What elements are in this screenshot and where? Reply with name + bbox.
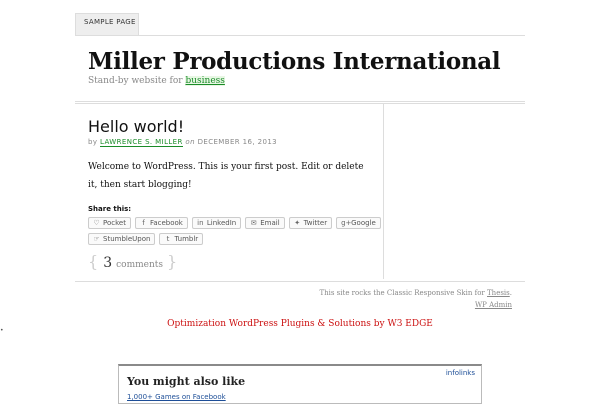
footer-admin: WP Admin <box>475 301 512 309</box>
linkedin-icon: in <box>197 219 204 227</box>
facebook-icon: f <box>142 219 145 227</box>
footer-credit: This site rocks the Classic Responsive S… <box>319 289 512 297</box>
tagline-text: Stand-by website for <box>88 76 183 86</box>
comments-link[interactable]: { 3 comments } <box>88 252 177 271</box>
byline-by: by <box>88 138 98 146</box>
tagline-link[interactable]: business <box>185 76 225 86</box>
share-buttons-row: ♡ Pocket f Facebook in LinkedIn ✉ Email … <box>88 217 381 229</box>
post-byline: by Lawrence S. Miller on December 16, 20… <box>88 138 278 147</box>
share-email-button[interactable]: ✉ Email <box>245 217 285 229</box>
pocket-icon: ♡ <box>93 219 100 227</box>
post-body: Welcome to WordPress. This is your first… <box>88 162 364 190</box>
share-heading: Share this: <box>88 205 132 213</box>
share-google-button[interactable]: g+ Google <box>336 217 381 229</box>
comment-label[interactable]: comments <box>116 260 163 270</box>
share-label: Twitter <box>303 219 328 227</box>
footer-credit-text: This site rocks the Classic Responsive S… <box>319 289 485 297</box>
nav-tab-sample-page[interactable]: Sample Page <box>75 13 139 35</box>
related-content-widget: infolinks You might also like 1,000+ Gam… <box>118 364 482 404</box>
comment-count[interactable]: 3 <box>103 255 112 271</box>
post-author-link[interactable]: Lawrence S. Miller <box>100 138 183 147</box>
share-label: Google <box>351 219 376 227</box>
share-label: LinkedIn <box>206 219 237 227</box>
share-twitter-button[interactable]: ✦ Twitter <box>288 217 333 229</box>
share-linkedin-button[interactable]: in LinkedIn <box>191 217 242 229</box>
tumblr-icon: t <box>166 235 170 243</box>
email-icon: ✉ <box>250 219 257 227</box>
twitter-icon: ✦ <box>294 219 301 227</box>
share-label: StumbleUpon <box>103 235 151 243</box>
wp-admin-link[interactable]: WP Admin <box>475 301 512 309</box>
left-brace-icon: { <box>88 252 99 271</box>
post-date: December 16, 2013 <box>197 138 278 146</box>
share-label: Email <box>260 219 280 227</box>
site-tagline: Stand-by website for business <box>88 76 225 86</box>
share-tumblr-button[interactable]: t Tumblr <box>159 233 204 245</box>
footer-divider <box>75 281 525 282</box>
widget-title: You might also like <box>127 375 246 388</box>
page-container: Sample Page Miller Productions Internati… <box>75 0 525 400</box>
byline-on: on <box>185 138 195 146</box>
share-label: Facebook <box>149 219 183 227</box>
share-label: Tumblr <box>174 235 199 243</box>
nav-tab-label[interactable]: Sample Page <box>84 18 136 26</box>
nav-divider <box>75 35 525 36</box>
stumbleupon-icon: ☞ <box>93 235 100 243</box>
promo-link[interactable]: Optimization WordPress Plugins & Solutio… <box>0 319 600 329</box>
right-brace-icon: } <box>167 252 178 271</box>
post-title[interactable]: Hello world! <box>88 117 184 136</box>
google-plus-icon: g+ <box>341 219 352 227</box>
content-column: Hello world! by Lawrence S. Miller on De… <box>75 104 384 279</box>
share-facebook-button[interactable]: f Facebook <box>134 217 188 229</box>
share-buttons-row: ☞ StumbleUpon t Tumblr <box>88 233 204 245</box>
site-title[interactable]: Miller Productions International <box>88 48 501 75</box>
share-pocket-button[interactable]: ♡ Pocket <box>88 217 131 229</box>
thesis-link[interactable]: Thesis <box>487 289 510 297</box>
share-label: Pocket <box>103 219 126 227</box>
infolinks-logo[interactable]: infolinks <box>446 369 475 377</box>
share-stumbleupon-button[interactable]: ☞ StumbleUpon <box>88 233 156 245</box>
